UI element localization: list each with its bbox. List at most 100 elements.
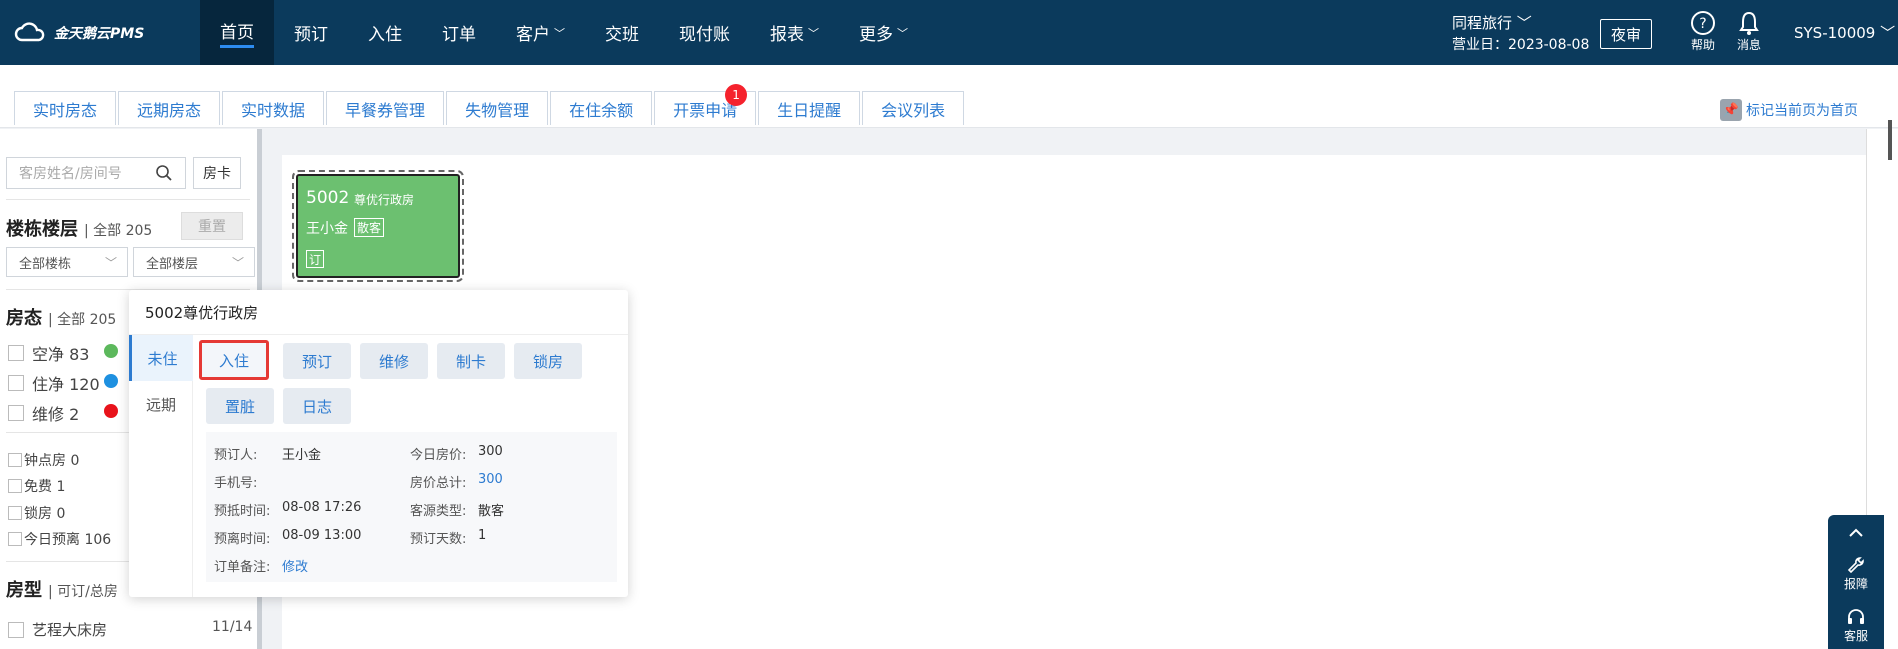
popover-side-tabs: 未住 远期 [129,335,193,597]
filter-hourly-room[interactable]: 钟点房 0 [8,450,79,470]
lock-room-button[interactable]: 锁房 [514,343,582,379]
make-card-button[interactable]: 制卡 [437,343,505,379]
tab-realtime-data[interactable]: 实时数据 [222,91,325,125]
status-dot-red [104,404,118,418]
filter-free-room[interactable]: 免费 1 [8,476,65,496]
nav-customers[interactable]: 客户 ﹀ [496,0,585,65]
checkbox[interactable] [8,453,22,467]
messages-button[interactable]: 消息 [1736,10,1762,53]
maintenance-button[interactable]: 维修 [360,343,428,379]
booking-mark-icon: 订 [306,250,324,268]
filter-departing-today[interactable]: 今日预离 106 [8,529,111,549]
search-placeholder: 客房姓名/房间号 [19,166,122,182]
reserve-button[interactable]: 预订 [283,343,351,379]
rate-label: 今日房价: [410,448,467,463]
wrench-icon [1847,557,1864,574]
scroll-top-button[interactable] [1828,523,1884,543]
search-icon[interactable] [155,164,173,182]
checkin-button[interactable]: 入住 [199,340,269,380]
log-button[interactable]: 日志 [283,388,351,424]
page-scrollbar[interactable] [1888,120,1892,160]
set-homepage-link[interactable]: 📌 标记当前页为首页 [1720,99,1858,121]
nav-reports[interactable]: 报表 ﹀ [750,0,839,65]
building-floor-heading: 楼栋楼层 | 全部 205 [6,219,153,240]
checkbox[interactable] [8,621,24,638]
nav-more[interactable]: 更多 ﹀ [839,0,928,65]
room-type-sub: | 可订/总房 [48,584,118,600]
bell-icon [1739,11,1759,35]
quick-tabs: 实时房态 远期房态 实时数据 早餐券管理 失物管理 在住余额 开票申请 1 生日提… [14,84,965,125]
room-type-item[interactable]: 艺程大床房 [8,619,107,640]
room-card-button[interactable]: 房卡 [193,157,241,189]
tab-future-room-status[interactable]: 远期房态 [118,91,221,125]
tab-realtime-room-status[interactable]: 实时房态 [14,91,117,125]
depart-label: 预离时间: [214,532,271,547]
search-input[interactable]: 客房姓名/房间号 [6,157,186,189]
checkbox[interactable] [8,506,22,520]
mark-dirty-button[interactable]: 置脏 [206,388,274,424]
checkbox[interactable] [8,345,24,361]
checkbox[interactable] [8,375,24,391]
status-filter-occupied-clean[interactable]: 住净 120 [8,371,100,395]
status-filter-maintenance[interactable]: 维修 2 [8,401,79,425]
nav-checkin[interactable]: 入住 [348,0,422,65]
quick-tab-bar: 实时房态 远期房态 实时数据 早餐券管理 失物管理 在住余额 开票申请 1 生日提… [0,65,1898,128]
tab-birthday-reminders[interactable]: 生日提醒 [758,91,861,125]
night-audit-button[interactable]: 夜审 [1600,19,1652,49]
checkbox[interactable] [8,532,22,546]
source-value: 散客 [478,504,505,519]
total-value-link[interactable]: 300 [478,472,503,487]
chevron-down-icon: ﹀ [104,256,117,270]
tab-invoice-requests[interactable]: 开票申请 1 [654,84,757,125]
customer-service-button[interactable]: 客服 [1828,607,1884,644]
status-dot-green [104,344,118,358]
notification-badge: 1 [725,84,748,106]
nav-reservation[interactable]: 预订 [274,0,348,65]
chevron-down-icon: ﹀ [897,26,908,40]
report-issue-button[interactable]: 报障 [1828,555,1884,592]
days-label: 预订天数: [410,532,467,547]
nav-home[interactable]: 首页 [200,0,274,65]
nav-shift[interactable]: 交班 [585,0,659,65]
nav-cash-account[interactable]: 现付账 [659,0,750,65]
cloud-logo-icon [14,22,45,42]
floor-select[interactable]: 全部楼层 ﹀ [133,247,255,277]
tab-not-checked-in[interactable]: 未住 [129,335,193,381]
chevron-down-icon: ﹀ [554,26,565,40]
customer-service-label: 客服 [1843,629,1868,643]
tab-lost-found[interactable]: 失物管理 [446,91,549,125]
tab-inhouse-balance[interactable]: 在住余额 [550,91,653,125]
help-button[interactable]: ? 帮助 [1690,10,1716,53]
report-issue-label: 报障 [1843,577,1868,591]
tab-future[interactable]: 远期 [129,381,193,427]
status-filter-vacant-clean[interactable]: 空净 83 [8,341,89,365]
checkbox[interactable] [8,479,22,493]
guest-type-tag: 散客 [354,218,385,237]
tab-meeting-list[interactable]: 会议列表 [862,91,965,125]
room-status-heading: 房态 | 全部 205 [6,308,117,329]
help-icon: ? [1691,11,1715,35]
edit-note-link[interactable]: 修改 [282,556,308,575]
rate-value: 300 [478,444,503,459]
app-logo-text: 金天鹅云PMS [54,26,145,42]
room-number: 5002 [306,188,350,208]
help-label: 帮助 [1690,38,1715,52]
booking-info-panel: 预订人: 王小金 手机号: 预抵时间: 08-08 17:26 预离时间: 08… [206,432,617,582]
hotel-name[interactable]: 同程旅行 ﹀ [1452,12,1589,34]
app-logo[interactable]: 金天鹅云PMS [14,22,144,44]
reset-button[interactable]: 重置 [181,212,243,240]
status-dot-blue [104,374,118,388]
user-menu[interactable]: SYS-10009 ﹀ [1794,22,1895,43]
hotel-selector[interactable]: 同程旅行 ﹀ 营业日：2023-08-08 [1452,12,1589,56]
top-nav-bar: 金天鹅云PMS 首页 预订 入住 订单 客户 ﹀ 交班 现付账 报表 ﹀ 更多 ﹀ 同… [0,0,1898,65]
tab-breakfast-vouchers[interactable]: 早餐券管理 [326,91,445,125]
building-count: | 全部 205 [84,223,153,239]
room-action-popover: 5002尊优行政房 未住 远期 入住 预订 维修 制卡 锁房 置脏 日志 预订人… [129,290,628,597]
nav-orders[interactable]: 订单 [422,0,496,65]
filter-locked-room[interactable]: 锁房 0 [8,503,65,523]
room-card[interactable]: 5002 尊优行政房 王小金 散客 订 [292,170,464,282]
business-date: 营业日：2023-08-08 [1452,37,1590,53]
building-select[interactable]: 全部楼栋 ﹀ [6,247,128,277]
total-label: 房价总计: [410,476,467,491]
checkbox[interactable] [8,405,24,421]
